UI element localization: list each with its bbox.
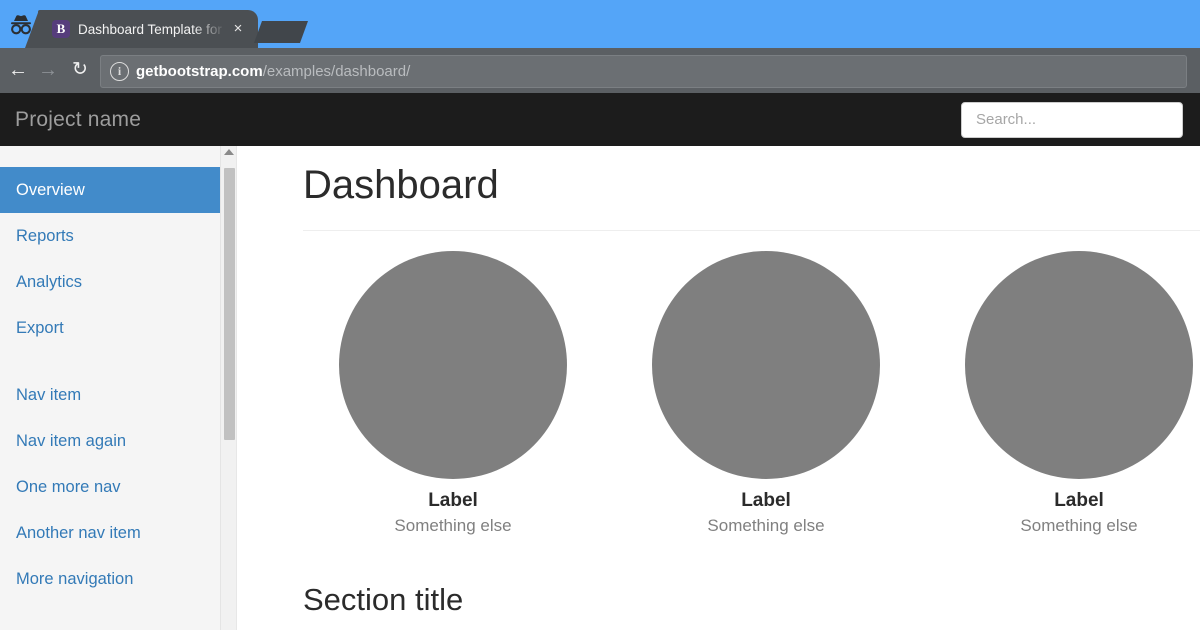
url-host: getbootstrap.com	[136, 63, 263, 80]
url-text: getbootstrap.com/examples/dashboard/	[136, 60, 410, 83]
address-bar[interactable]: i getbootstrap.com/examples/dashboard/	[100, 55, 1187, 88]
scroll-up-icon[interactable]	[224, 149, 234, 155]
sidebar-item-export[interactable]: Export	[0, 305, 236, 351]
browser-window: B Dashboard Template for × ← → ↻ i getbo…	[0, 0, 1200, 630]
web-page: Project name Search... Overview Reports …	[0, 93, 1200, 630]
reload-icon[interactable]: ↻	[68, 58, 92, 82]
navbar-brand[interactable]: Project name	[15, 106, 141, 134]
url-path: /examples/dashboard/	[262, 63, 411, 80]
sidebar-item-nav-item[interactable]: Nav item	[0, 372, 236, 418]
sidebar-item-label: Overview	[16, 181, 85, 199]
sidebar-item-label: More navigation	[16, 570, 134, 588]
sidebar-nav-secondary: Nav item Nav item again One more nav Ano…	[0, 372, 236, 602]
sidebar-item-another-nav-item[interactable]: Another nav item	[0, 510, 236, 556]
sidebar-nav-primary: Overview Reports Analytics Export	[0, 167, 236, 351]
placeholder-caption: Something else	[394, 516, 512, 535]
sidebar-item-label: Nav item again	[16, 432, 127, 450]
sidebar-item-overview[interactable]: Overview	[0, 167, 236, 213]
placeholder-card: Label Something else	[303, 251, 603, 536]
sidebar-item-label: Export	[16, 319, 64, 337]
main-content: Dashboard Label Something else Label Som…	[237, 146, 1200, 630]
sidebar-item-label: Nav item	[16, 386, 82, 404]
tab-strip: B Dashboard Template for ×	[0, 0, 1200, 48]
sidebar-item-one-more-nav[interactable]: One more nav	[0, 464, 236, 510]
placeholder-label: Label	[741, 490, 791, 511]
placeholder-row: Label Something else Label Something els…	[303, 251, 1200, 541]
site-info-icon[interactable]: i	[110, 62, 129, 81]
placeholder-caption: Something else	[1020, 516, 1138, 535]
tab-title: Dashboard Template for	[78, 22, 222, 37]
placeholder-label: Label	[428, 490, 478, 511]
site-navbar: Project name Search...	[0, 93, 1200, 146]
section-title: Section title	[303, 582, 464, 617]
page-title: Dashboard	[303, 163, 499, 207]
search-input[interactable]: Search...	[961, 102, 1183, 138]
placeholder-caption: Something else	[707, 516, 825, 535]
browser-tab-active[interactable]: B Dashboard Template for ×	[25, 10, 258, 48]
close-icon[interactable]: ×	[230, 21, 246, 37]
search-placeholder: Search...	[976, 111, 1037, 128]
title-divider	[303, 230, 1200, 231]
sidebar-item-nav-item-again[interactable]: Nav item again	[0, 418, 236, 464]
forward-icon[interactable]: →	[36, 58, 60, 82]
new-tab-button[interactable]	[253, 21, 309, 43]
placeholder-circle-image	[652, 251, 880, 479]
sidebar-item-reports[interactable]: Reports	[0, 213, 236, 259]
placeholder-card: Label Something else	[616, 251, 916, 536]
scrollbar-thumb[interactable]	[224, 168, 235, 440]
sidebar-item-analytics[interactable]: Analytics	[0, 259, 236, 305]
placeholder-card: Label Something else	[929, 251, 1200, 536]
placeholder-circle-image	[965, 251, 1193, 479]
sidebar-item-label: One more nav	[16, 478, 121, 496]
sidebar-item-more-navigation[interactable]: More navigation	[0, 556, 236, 602]
sidebar-item-label: Another nav item	[16, 524, 141, 542]
sidebar: Overview Reports Analytics Export Nav it…	[0, 146, 237, 630]
placeholder-circle-image	[339, 251, 567, 479]
sidebar-item-label: Analytics	[16, 273, 83, 291]
placeholder-label: Label	[1054, 490, 1104, 511]
sidebar-scrollbar[interactable]	[220, 146, 236, 630]
sidebar-item-label: Reports	[16, 227, 74, 245]
bootstrap-favicon-icon: B	[52, 20, 70, 38]
back-icon[interactable]: ←	[6, 58, 30, 82]
